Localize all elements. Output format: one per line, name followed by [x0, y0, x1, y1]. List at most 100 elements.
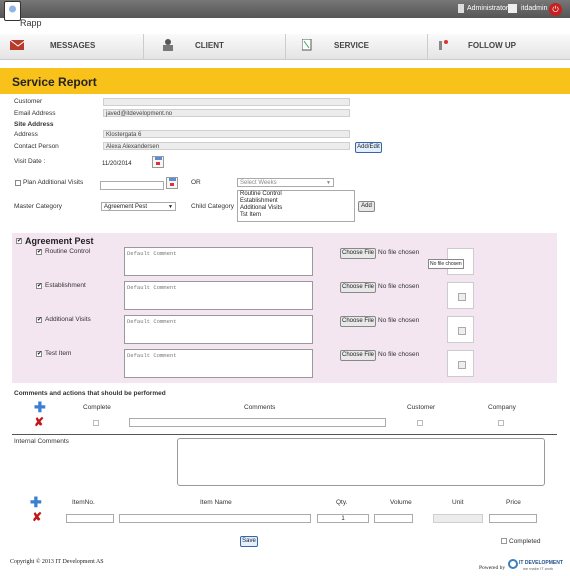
select-weeks-dropdown[interactable]: Select Weeks ▼ [237, 178, 334, 187]
save-button[interactable]: Save [240, 536, 258, 547]
tab-followup[interactable]: FOLLOW UP [427, 34, 570, 59]
qty-field[interactable]: 1 [317, 514, 369, 523]
contact-label: Contact Person [14, 143, 59, 150]
child-option[interactable]: Additional Visits [240, 205, 354, 212]
image-preview [447, 350, 474, 377]
envelope-icon [10, 39, 24, 50]
image-preview [447, 282, 474, 309]
customer-field[interactable] [103, 98, 350, 106]
internal-comments-label: Internal Comments [14, 438, 69, 445]
customer-label: Customer [14, 98, 43, 105]
email-label: Email Address [14, 110, 56, 117]
file-status: No file chosen [378, 249, 420, 256]
choose-file-button[interactable]: Choose File [340, 316, 376, 327]
calendar-icon-2[interactable] [166, 177, 178, 189]
add-category-button[interactable]: Add [358, 201, 375, 212]
item-comment-field[interactable]: Default Comment [124, 247, 313, 276]
internal-comments-field[interactable] [177, 438, 545, 486]
col-itemno: ItemNo. [72, 499, 95, 506]
child-category-list[interactable]: Routine Control Establishment Additional… [237, 190, 355, 222]
completed-label: Completed [509, 538, 541, 545]
choose-file-button[interactable]: Choose File [340, 282, 376, 293]
itemname-field[interactable] [119, 514, 311, 523]
user-role: Administrator [467, 5, 509, 12]
email-field[interactable]: javed@itdevelopment.no [103, 109, 350, 117]
item-label: Establishment [45, 282, 86, 289]
choose-file-button[interactable]: Choose File [340, 350, 376, 361]
powered-by: Powered by [479, 565, 506, 571]
contact-field[interactable]: Alexa Alexandersen [103, 142, 350, 150]
child-category-label: Child Category [191, 203, 234, 210]
col-customer: Customer [407, 404, 436, 411]
tab-service[interactable]: SERVICE [285, 34, 428, 59]
itemno-field[interactable] [66, 514, 114, 523]
add-edit-button[interactable]: Add/Edit [355, 142, 382, 153]
app-name: Rapp [20, 18, 42, 28]
address-label: Address [14, 131, 38, 138]
file-status: No file chosen [378, 317, 420, 324]
col-volume: Volume [390, 499, 412, 506]
item-checkbox[interactable]: ✔ [36, 249, 42, 255]
profile-icon [508, 4, 517, 13]
item-comment-field[interactable]: Default Comment [124, 281, 313, 310]
choose-file-button[interactable]: Choose File [340, 248, 376, 259]
item-label: Routine Control [45, 248, 91, 255]
item-comment-field[interactable]: Default Comment [124, 349, 313, 378]
master-category-label: Master Category [14, 203, 63, 210]
completed-checkbox[interactable] [501, 538, 507, 544]
plan-visits-label: Plan Additional Visits [23, 179, 84, 186]
volume-field[interactable] [374, 514, 413, 523]
chevron-down-icon: ▼ [168, 204, 173, 210]
calendar-icon[interactable] [152, 156, 164, 168]
master-category-select[interactable]: Agreement Pest ▼ [101, 202, 176, 211]
service-icon [302, 39, 312, 51]
actions-heading: Comments and actions that should be perf… [14, 390, 166, 397]
agreement-checkbox[interactable]: ✔ [16, 238, 22, 244]
add-row-icon[interactable]: ✚ [34, 399, 46, 416]
unit-field [433, 514, 483, 523]
child-option[interactable]: Establishment [240, 198, 354, 205]
action-comment-field[interactable] [129, 418, 386, 427]
file-status: No file chosen [378, 283, 420, 290]
complete-checkbox[interactable] [93, 420, 99, 426]
delete-row-icon[interactable]: ✘ [34, 415, 44, 429]
visit-date-field[interactable]: 11/20/2014 [100, 160, 150, 169]
customer-checkbox[interactable] [417, 420, 423, 426]
page-title: Service Report [12, 75, 97, 89]
item-label: Additional Visits [45, 316, 91, 323]
col-comments: Comments [244, 404, 276, 411]
page-header: Service Report [0, 68, 570, 94]
item-label: Test Item [45, 350, 72, 357]
delete-item-icon[interactable]: ✘ [32, 510, 42, 524]
logout-icon[interactable]: ⏻ [549, 3, 562, 16]
item-checkbox[interactable]: ✔ [36, 283, 42, 289]
or-label: OR [191, 179, 201, 186]
site-address-heading: Site Address [14, 121, 54, 128]
plan-visits-date[interactable] [100, 181, 164, 190]
client-icon [163, 39, 173, 51]
item-checkbox[interactable]: ✔ [36, 317, 42, 323]
child-option[interactable]: Routine Control [240, 191, 354, 198]
username: itdadmin [521, 5, 548, 12]
col-price: Price [506, 499, 521, 506]
col-qty: Qty. [336, 499, 348, 506]
file-tooltip: No file chosen [428, 259, 464, 269]
item-comment-field[interactable]: Default Comment [124, 315, 313, 344]
plan-visits-checkbox[interactable] [15, 180, 21, 186]
app-logo-icon[interactable] [4, 1, 21, 21]
company-checkbox[interactable] [498, 420, 504, 426]
tab-messages[interactable]: MESSAGES [0, 34, 144, 59]
add-item-icon[interactable]: ✚ [30, 494, 42, 511]
address-field[interactable]: Klostergata 6 [103, 130, 350, 138]
item-checkbox[interactable]: ✔ [36, 351, 42, 357]
tab-client[interactable]: CLIENT [143, 34, 286, 59]
followup-icon [439, 40, 448, 50]
col-company: Company [488, 404, 516, 411]
file-status: No file chosen [378, 351, 420, 358]
copyright: Copyright © 2013 IT Development AS [10, 559, 104, 565]
divider [12, 434, 557, 435]
visit-date-label: Visit Date : [14, 158, 46, 165]
col-complete: Complete [83, 404, 111, 411]
child-option[interactable]: Tst Item [240, 212, 354, 219]
price-field[interactable] [489, 514, 537, 523]
